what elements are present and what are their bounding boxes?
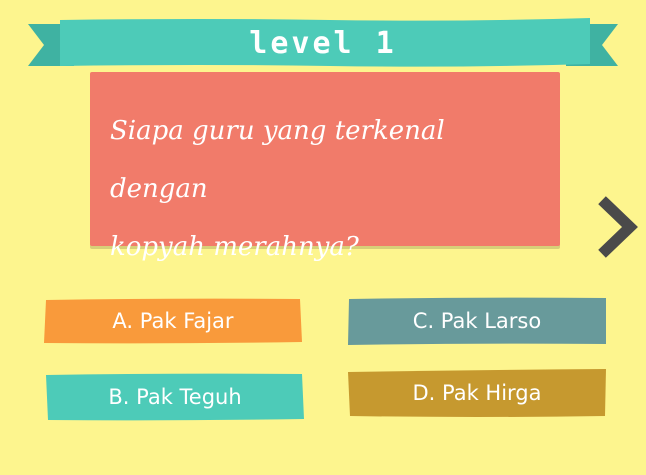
answer-a-button[interactable]: A. Pak Fajar — [42, 296, 304, 346]
answer-c-button[interactable]: C. Pak Larso — [346, 296, 608, 346]
next-button[interactable] — [596, 192, 644, 262]
chevron-right-icon — [598, 196, 638, 258]
question-line-1: Siapa guru yang terkenal dengan — [110, 116, 445, 204]
answer-b-button[interactable]: B. Pak Teguh — [44, 372, 306, 422]
answer-c-label: C. Pak Larso — [412, 309, 542, 333]
question-line-2: kopyah merahnya? — [110, 232, 359, 262]
question-card: Siapa guru yang terkenal dengan kopyah m… — [90, 72, 560, 262]
answer-a-label: A. Pak Fajar — [112, 309, 234, 333]
question-text: Siapa guru yang terkenal dengan kopyah m… — [110, 102, 530, 276]
answer-d-label: D. Pak Hirga — [412, 381, 542, 405]
answer-b-label: B. Pak Teguh — [108, 385, 242, 409]
answer-d-button[interactable]: D. Pak Hirga — [346, 368, 608, 418]
level-title: level 1 — [249, 26, 397, 61]
